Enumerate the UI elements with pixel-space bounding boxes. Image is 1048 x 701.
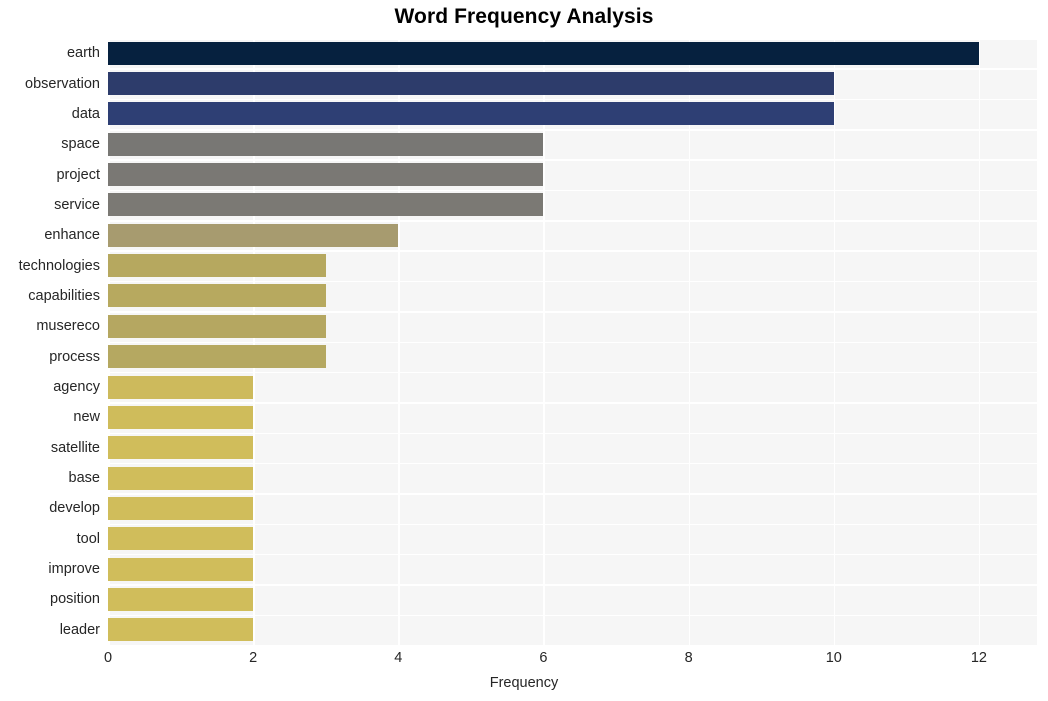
y-tick-label: capabilities [28,287,100,304]
y-tick-label: project [56,166,100,183]
y-tick-label: space [61,136,100,153]
y-tick-label: technologies [18,257,100,274]
bar [108,132,544,156]
bar [108,223,399,247]
y-tick-label: tool [76,530,100,547]
bars-layer [108,38,1037,645]
x-tick-label: 8 [684,650,693,666]
chart-title: Word Frequency Analysis [394,5,654,28]
bar [108,163,544,187]
x-tick-label: 4 [394,650,403,666]
y-tick-label: observation [25,75,100,92]
y-tick-label: base [68,470,100,487]
bar [108,193,544,217]
bar [108,254,326,278]
y-tick-label: earth [66,45,100,62]
y-tick-label: musereco [36,318,100,335]
x-tick-label: 2 [249,650,258,666]
bar [108,436,254,460]
y-tick-label: process [49,348,100,365]
y-tick-label: new [73,409,100,426]
x-tick-label: 12 [970,650,988,666]
bar [108,284,326,308]
x-tick-label: 0 [103,650,113,666]
word-frequency-bar-chart: Word Frequency Analysis earth observation… [0,0,1048,701]
bar [108,345,326,369]
y-tick-label: develop [49,500,100,517]
bar [108,527,254,551]
x-tick-label: 10 [825,650,842,666]
y-tick-label: enhance [44,227,100,244]
y-axis-tick-labels: earth observation data space project service e… [0,38,100,645]
bar [108,72,834,96]
y-tick-label: improve [48,561,100,578]
bar [108,496,254,520]
y-tick-label: service [54,196,100,213]
x-axis-tick-labels: 0 2 4 6 8 10 12 [0,650,1048,672]
y-tick-label: agency [53,379,100,396]
y-tick-label: data [71,105,100,122]
y-tick-label: position [50,591,100,608]
bar [108,466,254,490]
y-tick-label: leader [59,621,100,638]
bar [108,405,254,429]
bar [108,102,834,126]
x-axis-title: Frequency [489,675,559,691]
bar [108,557,254,581]
bar [108,375,254,399]
y-tick-label: satellite [50,439,100,456]
bar [108,41,979,65]
bar [108,587,254,611]
bar [108,314,326,338]
x-tick-label: 6 [539,650,548,666]
bar [108,618,254,642]
plot-area [108,38,1037,645]
